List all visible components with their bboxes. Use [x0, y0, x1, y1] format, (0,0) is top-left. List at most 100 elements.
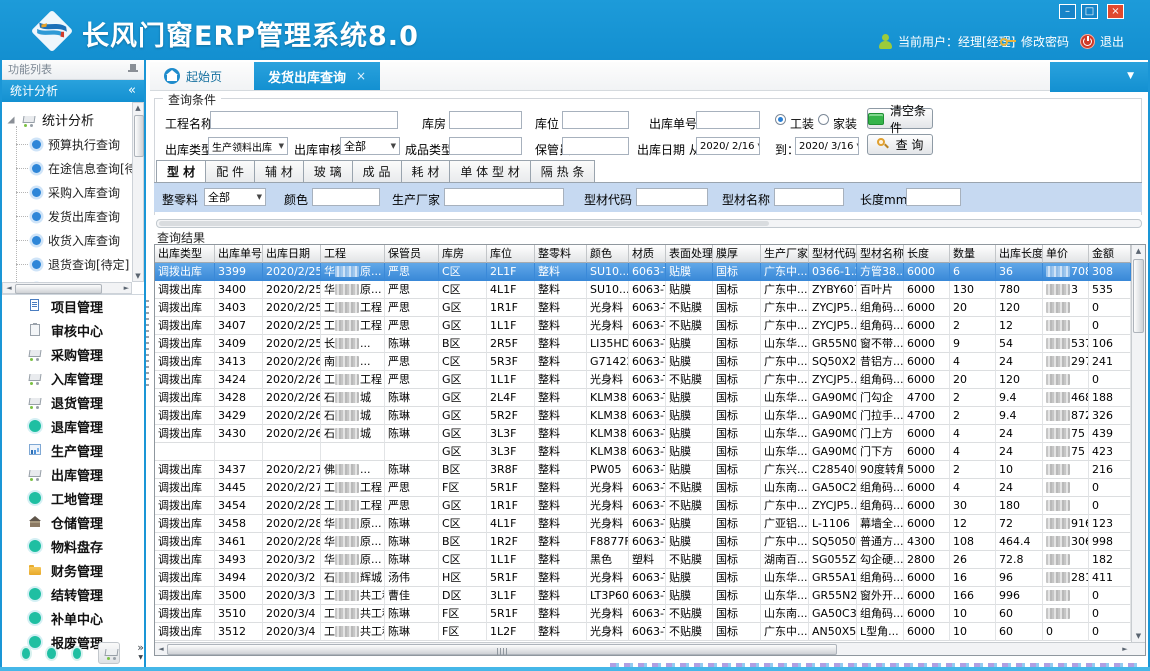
subtab[interactable]: 型 材 [156, 160, 206, 184]
product-type-input[interactable] [449, 137, 522, 155]
location-input[interactable] [562, 111, 629, 129]
table-row[interactable]: 调拨出库34002020/2/25华原...严思C区4L1F整料SU10...6… [155, 281, 1131, 299]
sidebar-splitter[interactable] [146, 300, 149, 390]
out-type-select[interactable]: 生产领料出库 ▼ [208, 137, 288, 155]
sidebar-item-cart[interactable]: 出库管理 [2, 462, 144, 486]
audit-select[interactable]: 全部 ▼ [340, 137, 400, 155]
subtab[interactable]: 玻 璃 [304, 160, 353, 184]
table-row[interactable]: 调拨出库34542020/2/28工工程严思G区1R1F整料光身料6063-T5… [155, 497, 1131, 515]
tree-horizontal-scrollbar[interactable]: ◄ ► [2, 282, 132, 294]
sidebar-item-dot[interactable]: 结转管理 [2, 582, 144, 606]
column-header[interactable]: 材质 [629, 245, 666, 263]
sidebar-item-warehouse[interactable]: 仓储管理 [2, 510, 144, 534]
change-password[interactable]: 修改密码 [1000, 33, 1069, 50]
column-header[interactable]: 工程 [321, 245, 385, 263]
sidebar-item-doc[interactable]: 项目管理 [2, 294, 144, 318]
sidebar-item-chart[interactable]: 生产管理 [2, 438, 144, 462]
column-header[interactable]: 表面处理 [666, 245, 713, 263]
table-row[interactable]: 调拨出库34092020/2/25长...陈琳B区2R5F整料LI35HD606… [155, 335, 1131, 353]
scroll-thumb[interactable] [159, 221, 769, 226]
grid-horizontal-scrollbar[interactable]: ◄ ► [155, 642, 1145, 655]
scroll-up-icon[interactable]: ▲ [1132, 246, 1145, 256]
sidebar-item-dot[interactable]: 工地管理 [2, 486, 144, 510]
tree-vertical-scrollbar[interactable]: ▲ ▼ [132, 102, 144, 282]
tree-root[interactable]: 统计分析 [6, 110, 94, 129]
column-header[interactable]: 颜色 [587, 245, 629, 263]
column-header[interactable]: 金额 [1089, 245, 1131, 263]
scroll-thumb[interactable] [134, 115, 144, 157]
tab-list-icon[interactable]: ▼ [1127, 71, 1134, 81]
column-header[interactable]: 保管员 [385, 245, 439, 263]
table-row[interactable]: 调拨出库34132020/2/26南...严思C区5R3F整料G71422606… [155, 353, 1131, 371]
scroll-thumb[interactable] [15, 284, 102, 294]
tree-item[interactable]: 发货出库查询 [2, 204, 128, 228]
column-header[interactable]: 整零料 [535, 245, 587, 263]
warehouse-input[interactable] [449, 111, 522, 129]
logout[interactable]: 退出 [1080, 33, 1124, 50]
menu-expander[interactable]: » ▼ [137, 644, 144, 662]
profile-name-input[interactable] [774, 188, 844, 206]
table-row[interactable]: 调拨出库34612020/2/28华原...陈琳B区1R2F整料F8877FT6… [155, 533, 1131, 551]
column-header[interactable]: 库位 [487, 245, 535, 263]
panel-scrollbar[interactable] [156, 219, 1142, 228]
sidebar-item-cart[interactable]: 入库管理 [2, 366, 144, 390]
search-button[interactable]: 查 询 [867, 134, 933, 155]
pin-icon[interactable] [128, 64, 138, 76]
sidebar-item-dot[interactable]: 退库管理 [2, 414, 144, 438]
footer-cart-button[interactable] [98, 642, 120, 664]
table-row[interactable]: 调拨出库35002020/3/3工共工程曹佳D区3L1F整料LT3P606063… [155, 587, 1131, 605]
project-name-input[interactable] [210, 111, 398, 129]
footer-dot-icon[interactable] [47, 648, 55, 659]
scroll-right-icon[interactable]: ► [1121, 643, 1129, 655]
tab-home[interactable]: 起始页 [152, 62, 234, 90]
footer-dot-icon[interactable] [73, 648, 81, 659]
tab-active[interactable]: 发货出库查询 × [254, 62, 380, 90]
clear-conditions-button[interactable]: 清空条件 [867, 108, 933, 129]
collapse-icon[interactable]: « [128, 80, 136, 102]
column-header[interactable]: 膜厚 [713, 245, 761, 263]
sidebar-item-dot[interactable]: 补单中心 [2, 606, 144, 630]
sidebar-item-clipboard[interactable]: 审核中心 [2, 318, 144, 342]
subtab[interactable]: 耗 材 [402, 160, 451, 184]
keeper-input[interactable] [562, 137, 629, 155]
date-to-select[interactable]: 2020/ 3/16 ▼ [795, 137, 859, 155]
table-row[interactable]: 调拨出库34282020/2/26石城陈琳G区2L4F整料KLM38176063… [155, 389, 1131, 407]
sidebar-item-cart[interactable]: 采购管理 [2, 342, 144, 366]
table-row[interactable]: G区3L3F整料KLM38176063-T5贴膜国标山东华...GA90M09.… [155, 443, 1131, 461]
expander-icon[interactable] [8, 116, 15, 123]
footer-dot-icon[interactable] [22, 648, 30, 659]
scroll-down-icon[interactable]: ▼ [1132, 631, 1145, 641]
subtab[interactable]: 辅 材 [255, 160, 304, 184]
column-header[interactable]: 数量 [950, 245, 996, 263]
subtab[interactable]: 成 品 [353, 160, 402, 184]
tree-item[interactable]: 在途信息查询[待 [2, 156, 128, 180]
table-row[interactable]: 调拨出库34302020/2/26石城陈琳G区3L3F整料KLM38176063… [155, 425, 1131, 443]
tab-close-icon[interactable]: × [356, 69, 366, 83]
scroll-left-icon[interactable]: ◄ [157, 643, 165, 655]
table-row[interactable]: 调拨出库35102020/3/4工共工程陈琳F区5R1F整料光身料6063-T5… [155, 605, 1131, 623]
tree-item[interactable]: 收货入库查询 [2, 228, 128, 252]
minimize-button[interactable]: – [1059, 4, 1076, 19]
table-row[interactable]: 调拨出库35122020/3/4工共工程陈琳F区1L2F整料光身料6063-T5… [155, 623, 1131, 641]
column-header[interactable]: 出库日期 [263, 245, 321, 263]
table-row[interactable]: 调拨出库33992020/2/25华原...严思C区2L1F整料SU10...6… [155, 263, 1131, 281]
grid-vertical-scrollbar[interactable]: ▲ ▼ [1131, 245, 1145, 642]
close-button[interactable]: × [1107, 4, 1124, 19]
table-row[interactable]: 调拨出库34072020/2/25工工程严思G区1L1F整料光身料6063-T5… [155, 317, 1131, 335]
column-header[interactable]: 长度 [904, 245, 950, 263]
sidebar-item-cart[interactable]: 退货管理 [2, 390, 144, 414]
subtab[interactable]: 单 体 型 材 [450, 160, 530, 184]
column-header[interactable]: 型材代码 [809, 245, 857, 263]
column-header[interactable]: 生产厂家 [761, 245, 809, 263]
sidebar-item-folder[interactable]: 财务管理 [2, 558, 144, 582]
maximize-button[interactable]: □ [1081, 4, 1098, 19]
radio-home[interactable] [818, 114, 829, 125]
table-row[interactable]: 调拨出库34242020/2/26工工程严思G区1L1F整料光身料6063-T5… [155, 371, 1131, 389]
column-header[interactable]: 出库单号 [215, 245, 263, 263]
length-input[interactable] [906, 188, 961, 206]
radio-industrial[interactable] [775, 114, 786, 125]
date-from-select[interactable]: 2020/ 2/16 ▼ [696, 137, 760, 155]
color-input[interactable] [312, 188, 380, 206]
section-header[interactable]: 统计分析 « [2, 80, 144, 102]
tree-item[interactable]: 退货查询[待定] [2, 252, 128, 276]
